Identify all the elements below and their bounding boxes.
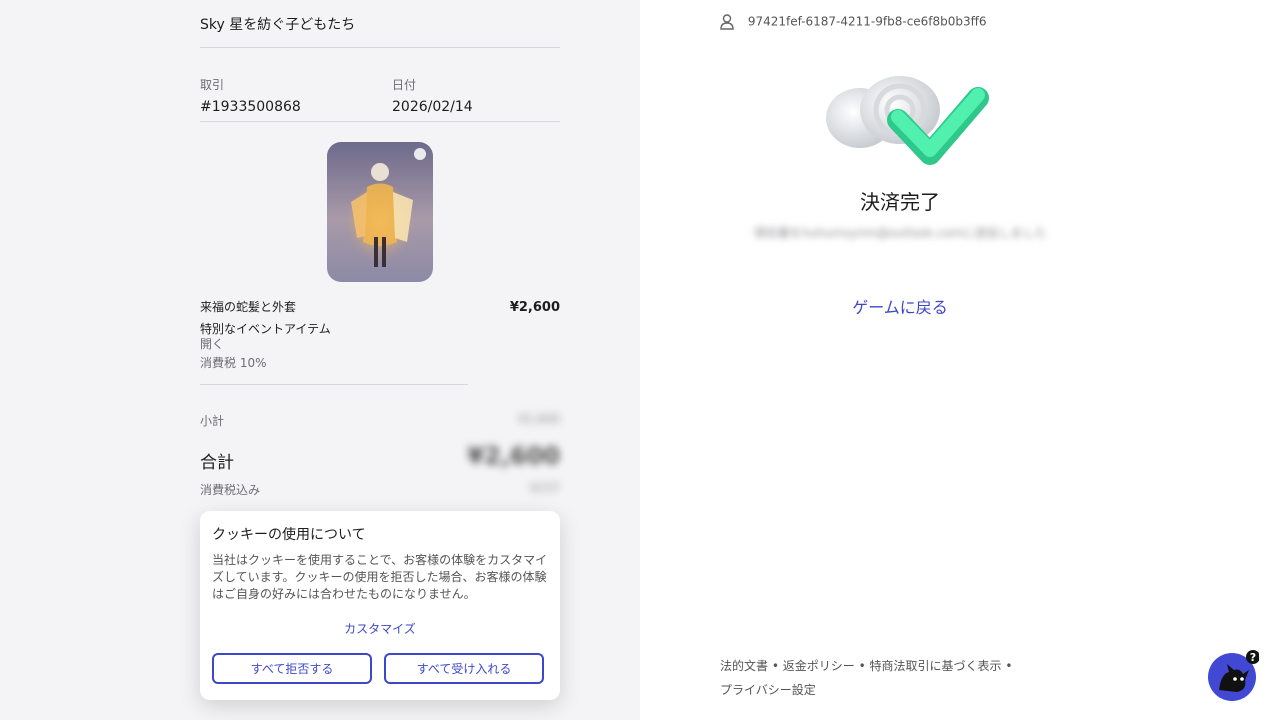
- cookie-customize-link[interactable]: カスタマイズ: [200, 620, 560, 637]
- separator: •: [771, 659, 779, 673]
- legal-link[interactable]: 法的文書: [720, 659, 768, 673]
- subtotal-label: 小計: [200, 414, 225, 428]
- game-title: Sky 星を紡ぐ子どもたち: [200, 17, 356, 33]
- accept-all-button[interactable]: すべて受け入れる: [384, 653, 544, 684]
- separator: •: [1005, 659, 1013, 673]
- date-block: 日付 2026/02/14: [392, 76, 560, 115]
- refund-link[interactable]: 返金ポリシー: [783, 659, 855, 673]
- tokushoho-link[interactable]: 特商法取引に基づく表示: [870, 659, 1002, 673]
- item-open-link[interactable]: 開く: [200, 335, 560, 352]
- user-id: 97421fef-6187-4211-9fb8-ce6f8b0b3ff6: [747, 14, 987, 29]
- success-check-icon: [820, 70, 990, 174]
- order-summary-panel: Sky 星を紡ぐ子どもたち 取引 #1933500868 日付 2026/02/…: [0, 0, 640, 720]
- user-icon: [720, 14, 734, 30]
- item-tax: 消費税 10%: [200, 356, 267, 370]
- divider: [200, 384, 468, 385]
- transaction-value: #1933500868: [200, 99, 301, 115]
- item-price: ¥2,600: [509, 300, 560, 315]
- cookie-body: 当社はクッキーを使用することで、お客様の体験をカスタマイズしています。クッキーの…: [212, 553, 548, 601]
- footer-links: 法的文書 • 返金ポリシー • 特商法取引に基づく表示 • プライバシー設定: [720, 654, 1012, 702]
- date-label: 日付: [392, 78, 417, 92]
- reject-all-button[interactable]: すべて拒否する: [212, 653, 372, 684]
- total-value: ¥2,600: [467, 442, 560, 470]
- receipt-email-note: 領収書をhuhumsynm@outlook.comに送信しました: [753, 226, 1047, 240]
- separator: •: [858, 659, 866, 673]
- transaction-label: 取引: [200, 78, 225, 92]
- divider: [200, 121, 560, 122]
- tax-included-label: 消費税込み: [200, 483, 261, 497]
- item-image: [327, 142, 433, 282]
- date-value: 2026/02/14: [392, 99, 473, 115]
- cookie-consent-dialog: クッキーの使用について 当社はクッキーを使用することで、お客様の体験をカスタマイ…: [200, 511, 560, 700]
- payment-complete-title: 決済完了: [860, 190, 940, 214]
- svg-text:?: ?: [1250, 651, 1256, 664]
- subtotal-value: ¥2,600: [518, 412, 560, 426]
- cookie-title: クッキーの使用について: [212, 527, 366, 543]
- privacy-settings-link[interactable]: プライバシー設定: [720, 683, 816, 697]
- divider: [200, 47, 560, 48]
- transaction-block: 取引 #1933500868: [200, 76, 380, 115]
- item-name: 来福の蛇髪と外套: [200, 300, 297, 314]
- user-id-row: 97421fef-6187-4211-9fb8-ce6f8b0b3ff6: [720, 14, 987, 30]
- help-bot-icon[interactable]: ?: [1207, 650, 1260, 702]
- tax-included-value: ¥237: [529, 481, 560, 495]
- back-to-game-link[interactable]: ゲームに戻る: [640, 294, 1160, 318]
